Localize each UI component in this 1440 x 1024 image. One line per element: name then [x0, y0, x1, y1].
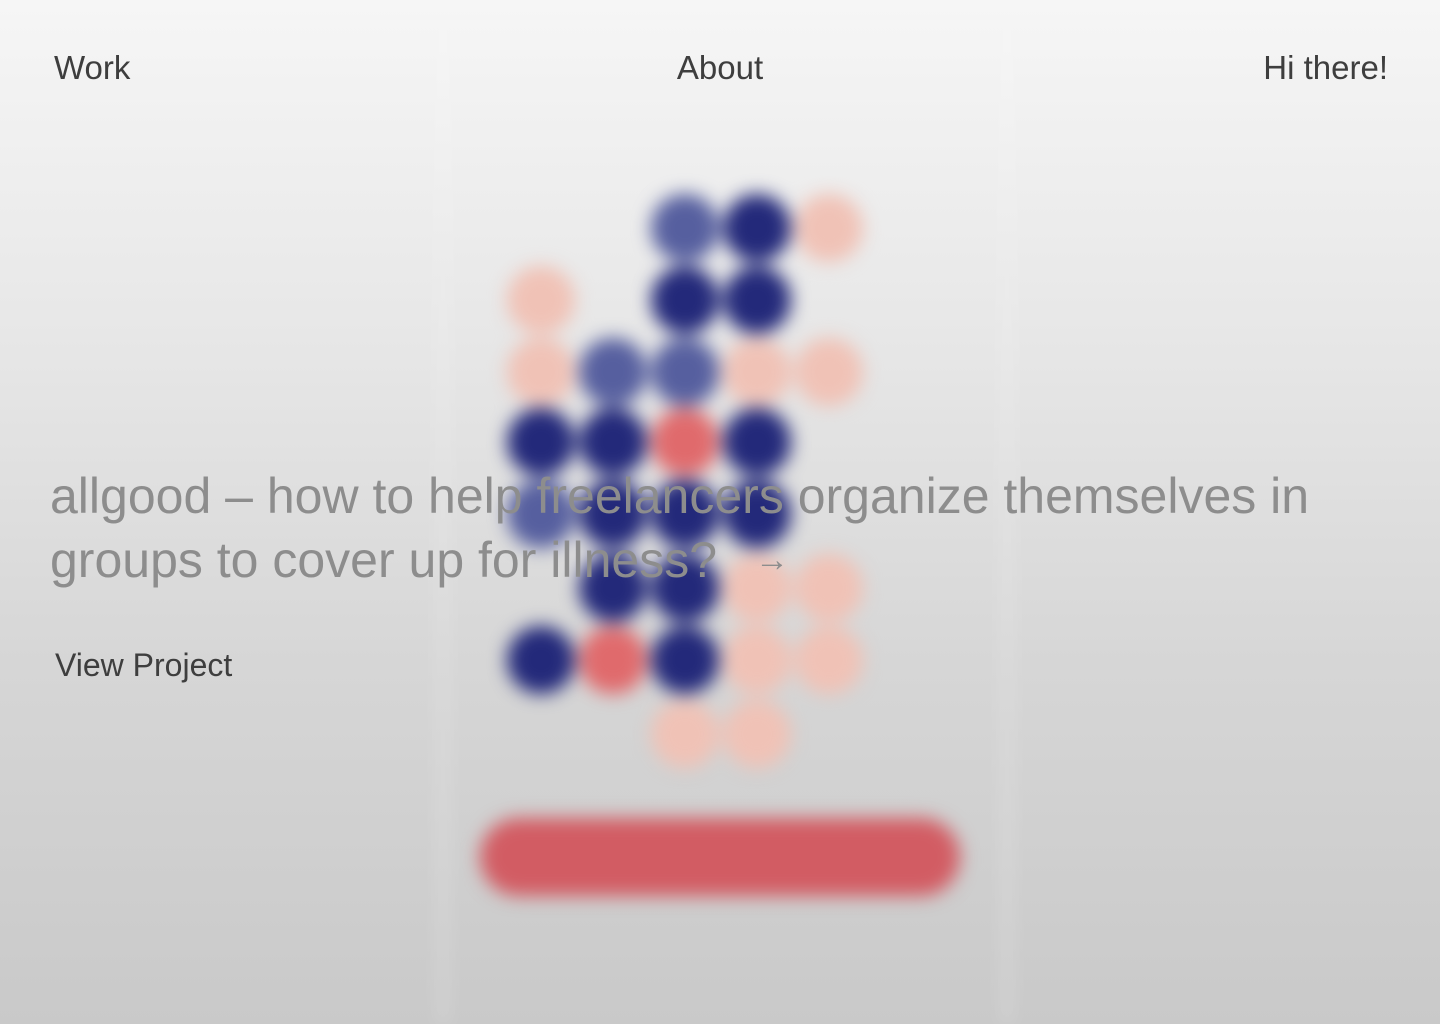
- illustration-dot: [795, 194, 863, 262]
- illustration-dot: [651, 626, 719, 694]
- illustration-dot: [651, 700, 719, 768]
- blurred-cta-button: [480, 818, 960, 896]
- illustration-dot: [507, 266, 575, 334]
- illustration-dot: [795, 338, 863, 406]
- illustration-dot: [723, 338, 791, 406]
- nav-about-link[interactable]: About: [677, 49, 763, 86]
- nav-work-link[interactable]: Work: [54, 48, 130, 88]
- arrow-right-icon[interactable]: →: [755, 528, 789, 592]
- illustration-dot: [651, 266, 719, 334]
- illustration-dot: [579, 626, 647, 694]
- illustration-dot: [579, 338, 647, 406]
- view-project-link[interactable]: View Project: [55, 645, 232, 685]
- illustration-dot: [507, 338, 575, 406]
- illustration-dot: [723, 626, 791, 694]
- project-headline[interactable]: allgood – how to help freelancers organi…: [50, 464, 1410, 596]
- illustration-dot: [795, 626, 863, 694]
- illustration-dot: [651, 338, 719, 406]
- illustration-dot: [723, 194, 791, 262]
- illustration-dot: [651, 194, 719, 262]
- project-headline-text: allgood – how to help freelancers organi…: [50, 468, 1310, 588]
- nav-about-wrapper: About: [0, 48, 1440, 88]
- nav-greeting-link[interactable]: Hi there!: [1263, 48, 1388, 88]
- illustration-dot: [507, 626, 575, 694]
- illustration-dot: [723, 266, 791, 334]
- illustration-dot: [723, 700, 791, 768]
